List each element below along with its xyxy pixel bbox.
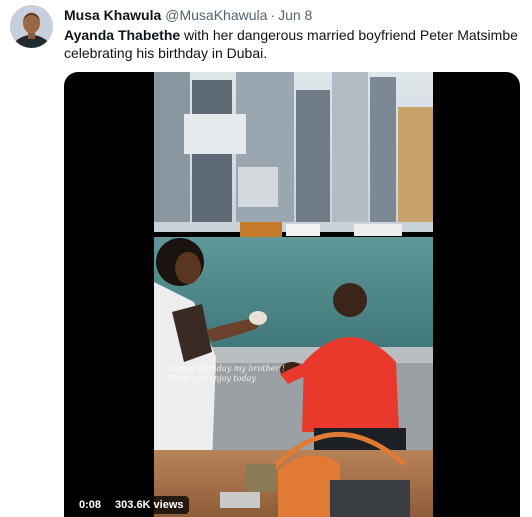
avatar-photo xyxy=(10,5,53,48)
video-still xyxy=(154,72,433,517)
video-overlay-caption: Happy birthday my brother ! Hope you enj… xyxy=(168,364,285,403)
author-name[interactable]: Musa Khawula xyxy=(64,7,161,23)
video-duration-badge: 0:08 xyxy=(74,496,107,514)
tweet-header: Musa Khawula @MusaKhawula · Jun 8 xyxy=(64,7,312,23)
video-frame: Happy birthday my brother ! Hope you enj… xyxy=(154,72,433,517)
author-handle[interactable]: @MusaKhawula xyxy=(165,7,267,23)
tweet-text-bold: Ayanda Thabethe xyxy=(64,27,181,43)
tweet-date[interactable]: Jun 8 xyxy=(278,7,312,23)
tweet-card[interactable]: Musa Khawula @MusaKhawula · Jun 8 Ayanda Th… xyxy=(0,0,532,517)
video-views-badge: 303.6K views xyxy=(110,496,189,514)
tweet-text: Ayanda Thabethe with her dangerous marri… xyxy=(64,26,519,62)
avatar[interactable] xyxy=(10,5,53,48)
video-player[interactable]: Happy birthday my brother ! Hope you enj… xyxy=(64,72,520,517)
separator-dot: · xyxy=(270,7,276,23)
video-badges: 0:08 303.6K views xyxy=(74,496,189,514)
